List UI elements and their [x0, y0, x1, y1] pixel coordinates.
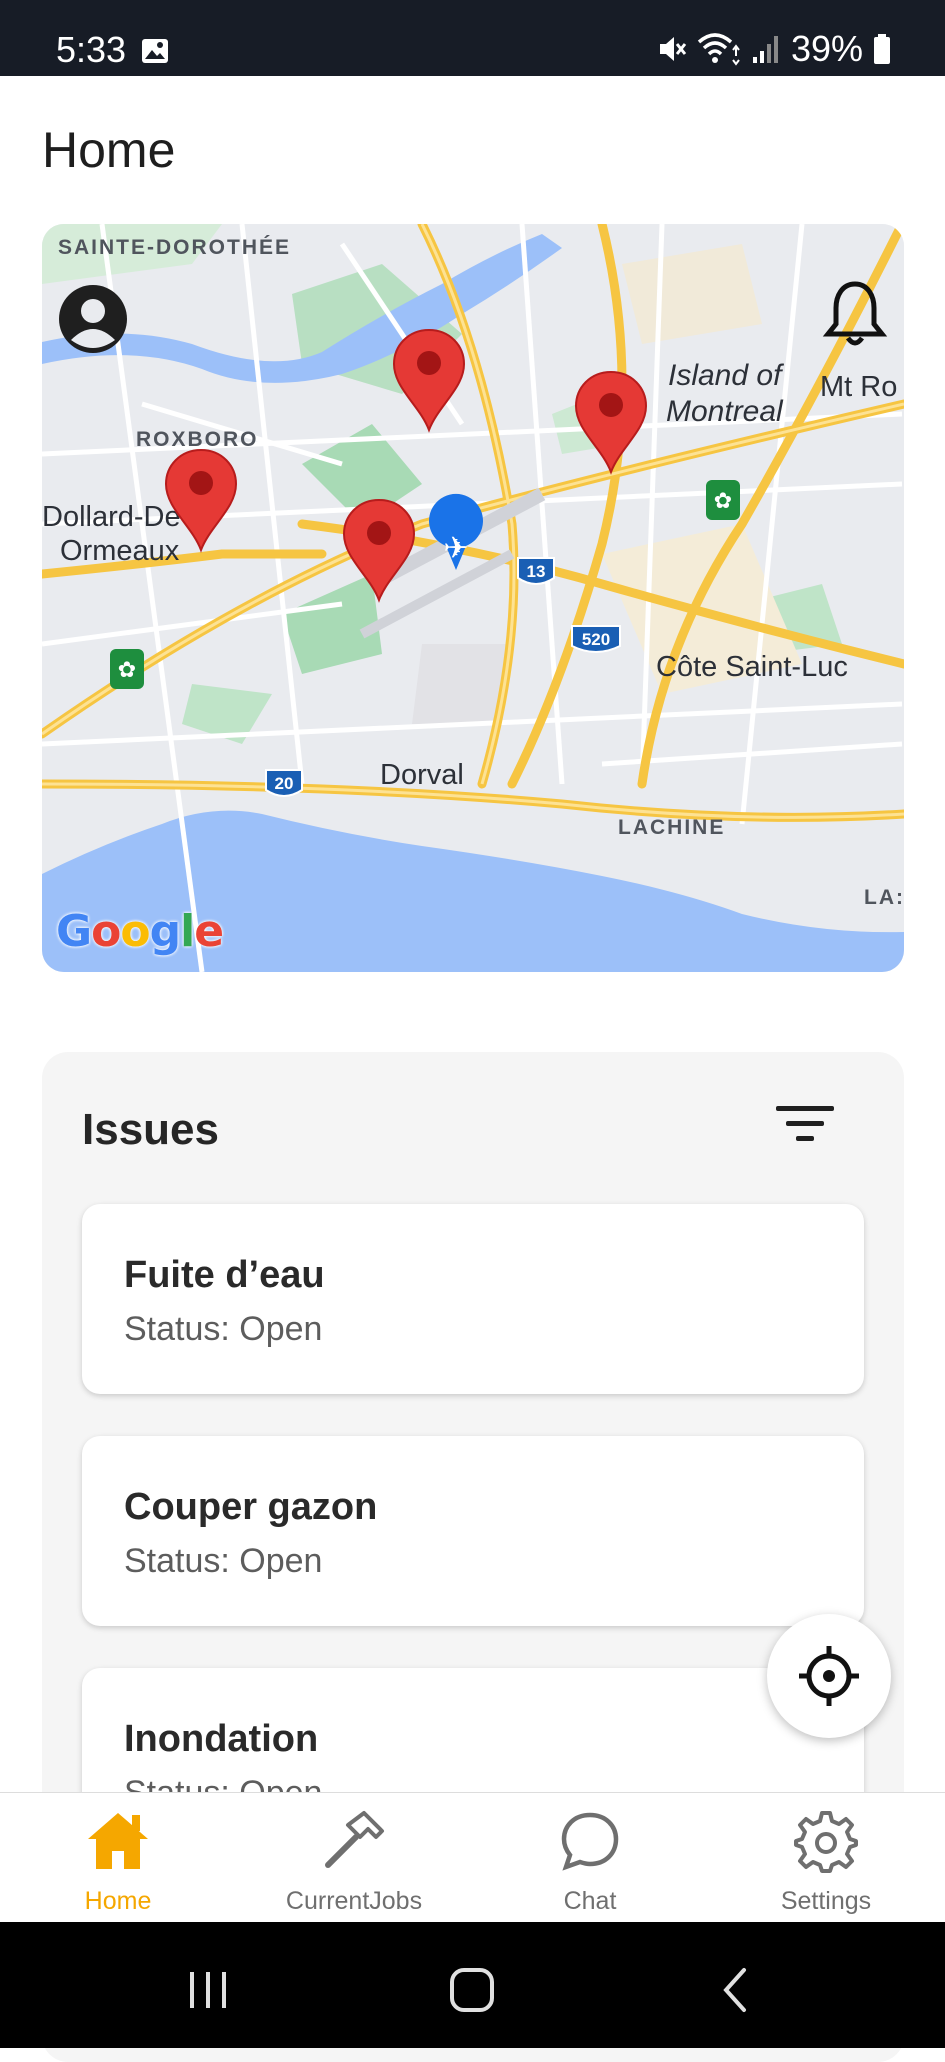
issue-name: Couper gazon — [124, 1486, 378, 1528]
nav-current-jobs[interactable]: CurrentJobs — [236, 1793, 472, 1923]
issue-name: Fuite d’eau — [124, 1254, 325, 1296]
bottom-nav: Home CurrentJobs Chat Settings — [0, 1792, 945, 1923]
status-bar: 5:33 39% — [0, 0, 945, 76]
crosshair-icon — [799, 1646, 859, 1706]
wifi-icon — [697, 33, 740, 66]
status-icons: 39% — [657, 28, 891, 70]
issue-item[interactable]: Couper gazon Status: Open — [82, 1436, 864, 1626]
nav-chat[interactable]: Chat — [472, 1793, 708, 1923]
map-label-dollard: Dollard-De — [42, 501, 181, 533]
notification-bell-icon[interactable] — [822, 278, 888, 350]
chat-icon — [561, 1812, 619, 1871]
route-520-label: 520 — [582, 630, 610, 649]
page-title: Home — [42, 122, 176, 178]
map-label-lachine: LACHINE — [618, 816, 726, 839]
status-time: 5:33 — [56, 29, 127, 70]
profile-avatar-icon[interactable] — [58, 284, 128, 354]
nav-settings[interactable]: Settings — [708, 1793, 944, 1923]
battery-percent: 39% — [790, 28, 863, 69]
filter-icon[interactable] — [772, 1094, 838, 1154]
svg-text:✿: ✿ — [118, 658, 136, 683]
home-circle-icon[interactable] — [442, 1960, 502, 2020]
issue-status: Status: Open — [124, 1310, 323, 1348]
map-pin-icon[interactable] — [390, 326, 468, 434]
nav-chat-label: Chat — [563, 1887, 617, 1915]
map-label-mt-ro: Mt Ro — [820, 371, 898, 403]
hammer-icon — [325, 1811, 384, 1868]
issue-item[interactable]: Fuite d’eau Status: Open — [82, 1204, 864, 1394]
recents-icon[interactable] — [178, 1960, 238, 2020]
back-icon[interactable] — [706, 1960, 766, 2020]
mute-icon — [659, 37, 687, 61]
battery-icon — [874, 34, 890, 64]
issue-name: Inondation — [124, 1718, 319, 1760]
route-shield-520: 520 — [570, 624, 622, 663]
map-pin-icon[interactable] — [340, 496, 418, 604]
route-20-label: 20 — [275, 774, 294, 793]
map-pin-icon[interactable] — [162, 446, 240, 554]
image-icon — [142, 39, 168, 63]
locate-me-button[interactable] — [767, 1614, 891, 1738]
map-label-island: Island of — [668, 359, 782, 392]
route-shield-20: 20 — [264, 768, 304, 807]
nav-settings-label: Settings — [780, 1887, 872, 1915]
nav-home-label: Home — [84, 1887, 152, 1915]
system-nav-bar — [0, 1922, 945, 2048]
route-shield-13: 13 — [516, 556, 556, 595]
google-logo: Google — [56, 906, 224, 957]
issue-status: Status: Open — [124, 1542, 323, 1580]
map-label-dorval: Dorval — [380, 759, 464, 791]
map-pin-icon[interactable] — [572, 368, 650, 476]
home-icon — [88, 1813, 148, 1869]
svg-text:✈: ✈ — [443, 531, 468, 566]
nav-home[interactable]: Home — [0, 1793, 236, 1923]
map-view[interactable]: ✿ ✿ ✈ SAINTE-DOROTHÉE ROXBORO Dollard-De… — [42, 224, 904, 972]
map-label-cote-saint-luc: Côte Saint-Luc — [656, 651, 848, 683]
nav-current-jobs-label: CurrentJobs — [285, 1887, 423, 1915]
issues-title: Issues — [82, 1105, 219, 1154]
signal-icon — [752, 36, 778, 63]
map-label-sainte-dorothee: SAINTE-DOROTHÉE — [58, 236, 292, 259]
route-13-label: 13 — [527, 562, 546, 581]
map-base: ✿ ✿ ✈ — [42, 224, 904, 972]
map-label-montreal: Montreal — [666, 395, 783, 428]
svg-text:✿: ✿ — [714, 489, 732, 514]
map-label-la: LA: — [864, 886, 904, 909]
gear-icon — [794, 1811, 858, 1873]
